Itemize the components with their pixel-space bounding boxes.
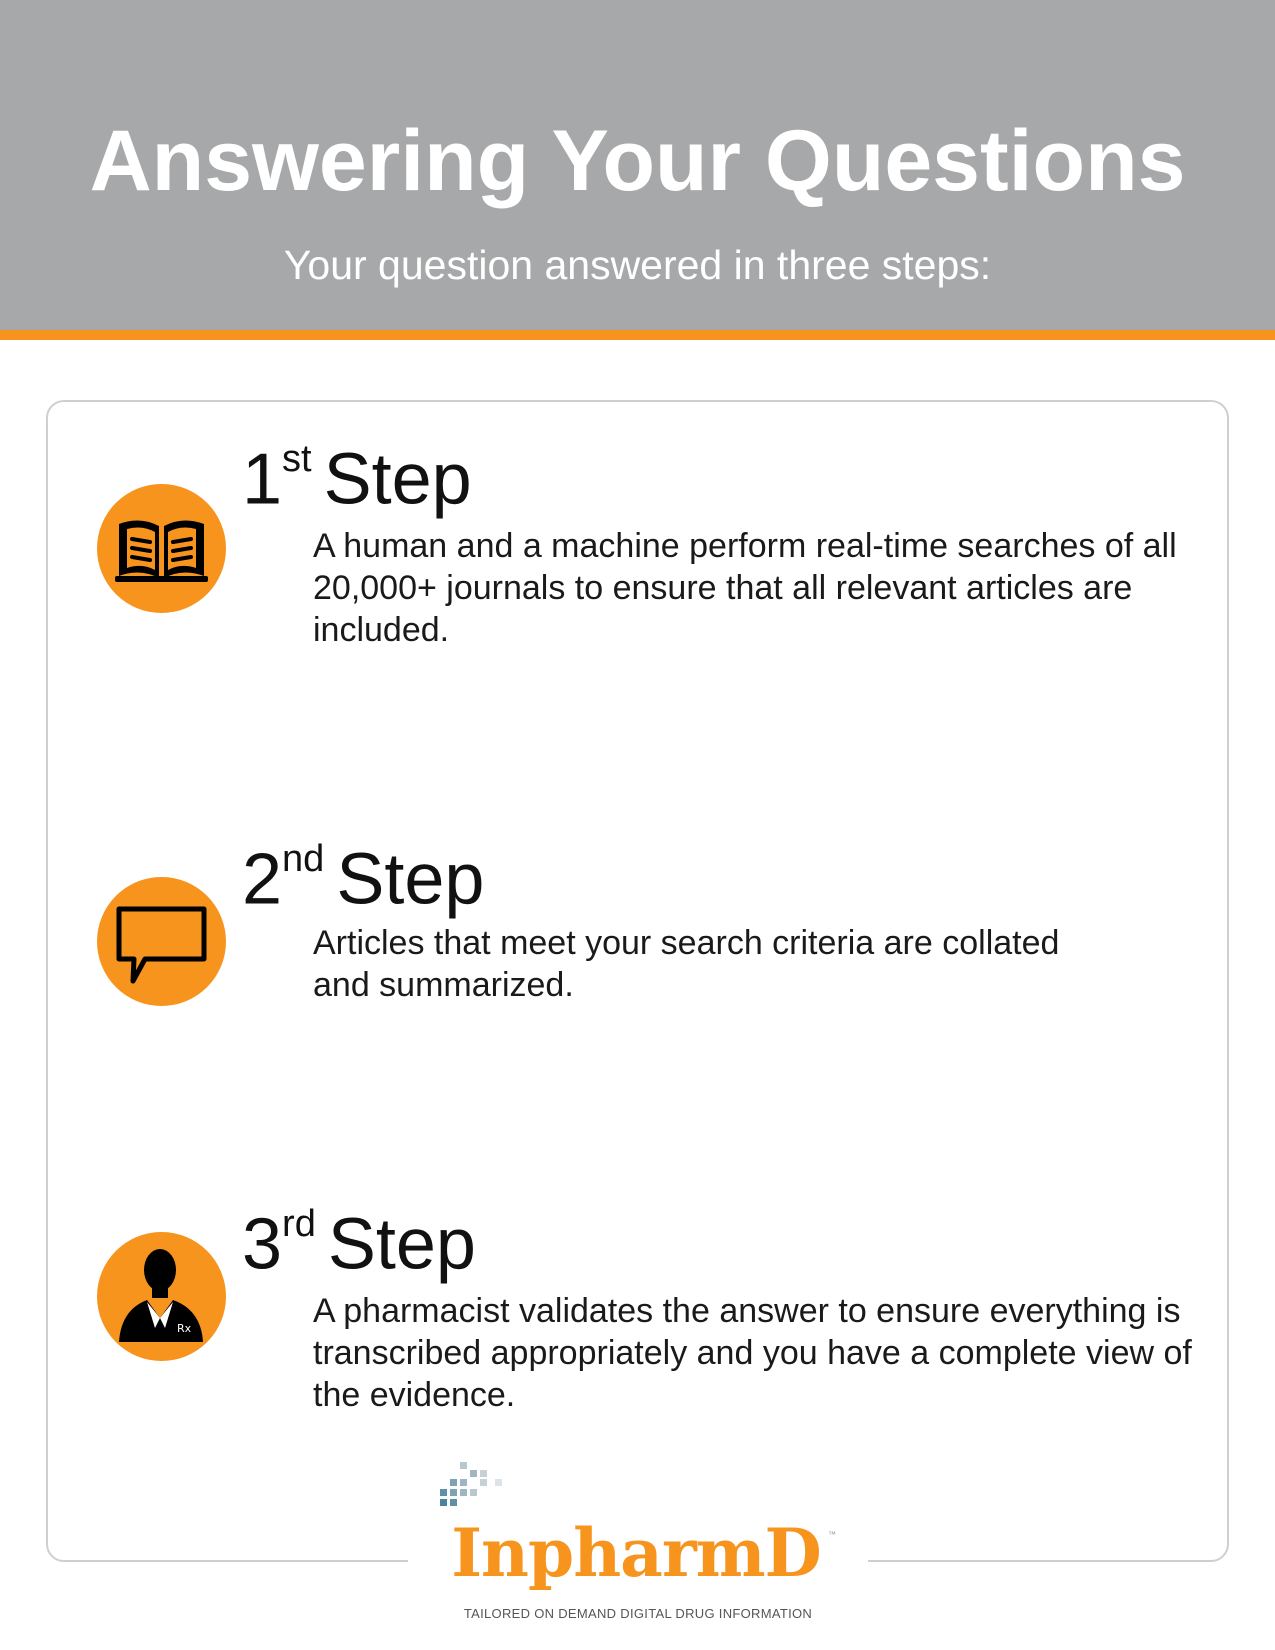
step-1-text: A human and a machine perform real-time … bbox=[313, 527, 1177, 649]
page-subtitle: Your question answered in three steps: bbox=[283, 242, 992, 288]
step-3-word: Step bbox=[327, 1204, 476, 1285]
step-1-heading: 1st Step bbox=[242, 440, 472, 515]
logo-tagline: TAILORED ON DEMAND DIGITAL DRUG INFORMAT… bbox=[463, 1606, 813, 1621]
step-3-number: 3 bbox=[242, 1204, 283, 1285]
step-2-word: Step bbox=[336, 839, 485, 920]
open-book-icon bbox=[97, 484, 226, 613]
logo-wordmark: InpharmD bbox=[451, 1514, 822, 1592]
step-3-text: A pharmacist validates the answer to ens… bbox=[313, 1292, 1192, 1414]
step-2-number: 2 bbox=[242, 839, 283, 920]
page-title: Answering Your Questions bbox=[89, 113, 1186, 209]
step-2-text: Articles that meet your search criteria … bbox=[313, 924, 1060, 1004]
step-3-heading: 3rd Step bbox=[242, 1205, 476, 1280]
speech-bubble-icon bbox=[97, 877, 226, 1006]
step-2-suffix: nd bbox=[282, 838, 325, 880]
step-1-word: Step bbox=[323, 439, 472, 520]
logo-trademark: ™ bbox=[828, 1530, 836, 1539]
step-3-suffix: rd bbox=[282, 1203, 316, 1245]
header-banner: Answering Your Questions Your question a… bbox=[0, 0, 1275, 340]
step-2-heading: 2nd Step bbox=[242, 840, 484, 915]
svg-text:Rx: Rx bbox=[177, 1322, 192, 1335]
step-1-suffix: st bbox=[282, 438, 312, 480]
logo-pixel-mark bbox=[440, 1462, 502, 1506]
pharmacist-icon: Rx bbox=[97, 1232, 226, 1361]
step-1-number: 1 bbox=[242, 439, 283, 520]
